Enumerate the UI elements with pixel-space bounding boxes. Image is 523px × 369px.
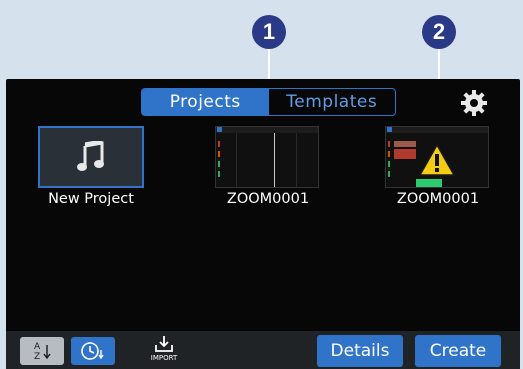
region-block — [394, 141, 416, 147]
settings-gear-icon[interactable] — [459, 88, 489, 118]
callout-1: 1 — [252, 15, 286, 49]
track-marker — [218, 151, 220, 157]
clock-sort-icon — [81, 342, 104, 360]
new-project-label: New Project — [48, 191, 134, 207]
bottom-toolbar: A Z IMPORT Details Create — [6, 331, 520, 369]
project-1-thumbnail[interactable] — [215, 126, 319, 188]
create-button[interactable]: Create — [415, 335, 501, 367]
grid-line — [236, 133, 237, 187]
project-2-thumbnail[interactable] — [385, 126, 489, 188]
sort-alpha-button[interactable]: A Z — [20, 337, 64, 365]
import-icon — [155, 336, 173, 352]
region-block — [394, 149, 416, 159]
import-label: IMPORT — [150, 354, 178, 362]
music-note-icon — [77, 141, 104, 171]
project-2-label: ZOOM0001 — [396, 191, 480, 207]
details-button[interactable]: Details — [317, 335, 403, 367]
region-block — [416, 179, 442, 187]
track-marker — [218, 141, 220, 147]
playhead-line — [274, 133, 275, 187]
thumb-badge-icon — [217, 127, 222, 132]
thumb-toolbar — [216, 127, 318, 133]
device-screen: Projects Templates New Project ZOOM0001 … — [6, 79, 520, 369]
track-marker — [388, 171, 390, 177]
track-marker — [388, 161, 390, 167]
tab-templates[interactable]: Templates — [269, 89, 396, 115]
tab-projects[interactable]: Projects — [142, 89, 269, 115]
project-1-label: ZOOM0001 — [226, 191, 310, 207]
callout-2: 2 — [422, 15, 456, 49]
track-marker — [218, 171, 220, 177]
track-marker — [218, 161, 220, 167]
import-button[interactable]: IMPORT — [146, 335, 182, 367]
sort-time-button[interactable] — [71, 337, 115, 365]
thumb-badge-icon — [387, 127, 392, 132]
thumb-toolbar — [386, 127, 488, 133]
new-project-thumbnail[interactable] — [38, 126, 144, 188]
grid-line — [296, 133, 297, 187]
svg-text:Z: Z — [34, 352, 40, 362]
track-marker — [388, 141, 390, 147]
svg-text:A: A — [34, 342, 41, 352]
warning-icon — [418, 143, 456, 176]
track-marker — [388, 151, 390, 157]
tab-bar: Projects Templates — [141, 88, 396, 116]
sort-alpha-icon: A Z — [34, 342, 51, 362]
